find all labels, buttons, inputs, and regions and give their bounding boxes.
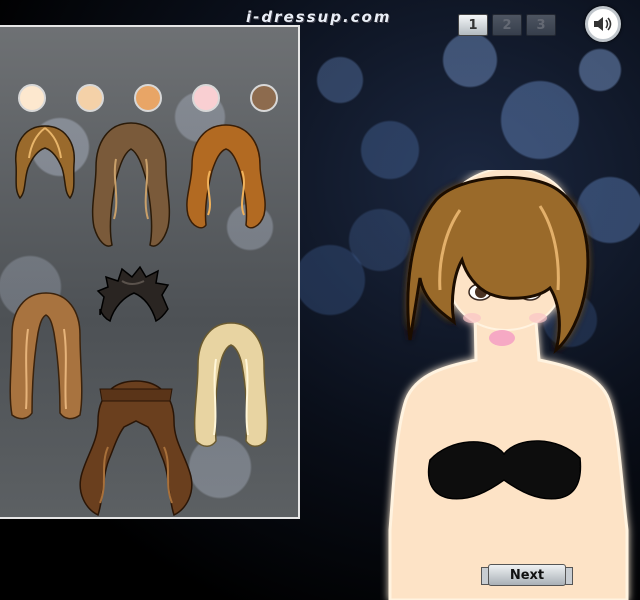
- hairstyle-wavy-auburn[interactable]: [182, 121, 270, 241]
- hairstyle-short-spiky-dark[interactable]: [92, 265, 174, 335]
- game-stage: i-dressup.com 1 2 3 Next: [0, 0, 640, 600]
- skin-tone-swatch-3[interactable]: [134, 84, 162, 112]
- hairstyle-long-curly-brown[interactable]: [74, 377, 198, 527]
- hairstyle-panel: [0, 25, 300, 519]
- skin-tone-swatch-1[interactable]: [18, 84, 46, 112]
- next-button[interactable]: Next: [481, 564, 573, 586]
- skin-tone-swatch-5[interactable]: [250, 84, 278, 112]
- page-3-button[interactable]: 3: [526, 14, 556, 36]
- site-logo: i-dressup.com: [246, 8, 392, 26]
- hairstyle-long-wavy-ash[interactable]: [86, 119, 176, 254]
- dressup-model: [388, 170, 629, 600]
- hairstyle-long-platinum[interactable]: [190, 319, 272, 454]
- skin-tone-swatch-2[interactable]: [76, 84, 104, 112]
- page-2-button[interactable]: 2: [492, 14, 522, 36]
- speaker-icon: [594, 17, 612, 31]
- hairstyle-short-bob[interactable]: [10, 122, 80, 212]
- page-selector: 1 2 3: [458, 14, 556, 36]
- page-1-button[interactable]: 1: [458, 14, 488, 36]
- sound-toggle-button[interactable]: [585, 6, 621, 42]
- skin-tone-swatch-4[interactable]: [192, 84, 220, 112]
